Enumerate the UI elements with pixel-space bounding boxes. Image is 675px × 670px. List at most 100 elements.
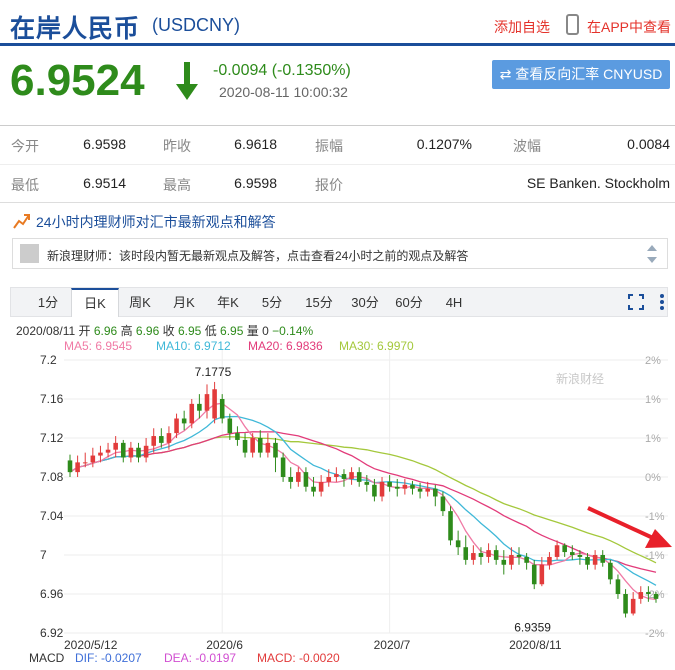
ma30-line [69, 436, 657, 564]
advisor-heading[interactable]: 24小时内理财师对汇市最新观点和解答 [13, 212, 276, 232]
info-low: 6.95 [220, 324, 244, 338]
candle-body [105, 449, 111, 453]
pct-tick-label: 0% [645, 472, 661, 484]
candle-body [212, 389, 217, 419]
info-pct: −0.14% [272, 324, 314, 338]
pct-tick-label: 1% [645, 394, 661, 406]
candle-body [417, 488, 423, 492]
y-tick-label: 6.96 [40, 587, 64, 601]
fullscreen-icon[interactable] [628, 294, 644, 310]
candle-body [356, 472, 362, 482]
currency-code: (USDCNY) [152, 15, 240, 35]
red-arrow-line [587, 506, 654, 540]
candle-body [471, 553, 476, 560]
scroll-arrows-icon[interactable] [647, 243, 657, 265]
quote-value: 6.9598 [234, 175, 277, 191]
candle-body [425, 488, 430, 492]
tab-30min[interactable]: 30分 [343, 288, 387, 317]
quote-table: 今开 6.9598 昨收 6.9618 振幅 0.1207% 波幅 0.0084… [0, 125, 675, 203]
avatar [20, 244, 39, 263]
candle-body [197, 403, 202, 411]
candle-body [113, 442, 118, 450]
quote-value: 6.9598 [83, 136, 126, 152]
macd-dif: DIF: -0.0207 [75, 651, 142, 665]
candle-body [273, 442, 278, 458]
candle-body [531, 564, 537, 585]
tab-yearly-k[interactable]: 年K [207, 288, 249, 317]
trend-up-icon [13, 214, 30, 229]
y-tick-label: 7.12 [40, 431, 64, 445]
candle-body [570, 552, 575, 555]
info-open: 6.96 [93, 324, 118, 338]
reverse-rate-label: 查看反向汇率 CNYUSD [515, 66, 663, 82]
candle-body [189, 403, 195, 424]
candle-body [433, 488, 438, 497]
tab-4h[interactable]: 4H [435, 288, 473, 317]
candle-body [577, 555, 583, 557]
candle-body [181, 418, 187, 424]
tab-monthly-k[interactable]: 月K [163, 288, 205, 317]
quote-value: 0.0084 [627, 136, 670, 152]
tab-weekly-k[interactable]: 周K [119, 288, 161, 317]
candle-body [630, 598, 636, 614]
add-favorite-link[interactable]: 添加自选 [494, 17, 550, 37]
reverse-rate-button[interactable]: ⇄ 查看反向汇率 CNYUSD [492, 60, 670, 89]
view-in-app-link[interactable]: 在APP中查看 [587, 17, 671, 37]
candle-body [638, 592, 644, 599]
pct-tick-label: -1% [645, 550, 665, 562]
candle-body [372, 484, 377, 497]
tab-5min[interactable]: 5分 [253, 288, 291, 317]
phone-icon [566, 14, 579, 35]
quote-value: 6.9514 [83, 175, 126, 191]
candle-body [120, 442, 126, 458]
candle-body [410, 484, 415, 489]
candle-body [653, 594, 659, 599]
info-high-label: 高 [120, 324, 133, 338]
swap-icon: ⇄ [499, 66, 516, 82]
info-close-label: 收 [162, 324, 175, 338]
info-vol-label: 量 [246, 324, 259, 338]
quote-source: SE Banken. Stockholm [526, 175, 670, 191]
quote-label: 波幅 [513, 138, 541, 154]
more-options-icon[interactable] [659, 293, 665, 311]
ohlc-info-line: 2020/08/11 开 6.96 高 6.96 收 6.95 低 6.95 量… [16, 322, 313, 339]
candle-body [303, 472, 309, 487]
ma20-line [69, 431, 657, 573]
candle-body [219, 399, 225, 419]
candle-body [402, 484, 408, 489]
candle-body [90, 455, 96, 463]
candle-body [151, 436, 156, 446]
ma10-line [69, 415, 657, 586]
candle-body [516, 555, 522, 557]
candle-body [280, 457, 286, 477]
quote-value: 6.9618 [234, 136, 277, 152]
quote-label: 报价 [315, 177, 343, 193]
tab-daily-k[interactable]: 日K [71, 288, 119, 317]
pct-tick-label: -2% [645, 628, 665, 640]
pct-tick-label: 2% [645, 355, 661, 367]
candle-body [318, 481, 324, 492]
candle-body [288, 477, 293, 482]
quote-label: 今开 [11, 138, 39, 154]
tab-1min[interactable]: 1分 [31, 288, 65, 317]
candle-body [128, 447, 134, 458]
candle-body [204, 394, 210, 411]
advisor-message: 新浪理财师：该时段内暂无最新观点及解答，点击查看24小时之前的观点及解答 [47, 249, 469, 263]
tab-60min[interactable]: 60分 [387, 288, 431, 317]
candlestick-chart[interactable]: 7.2 2% 7.16 1% 7.12 1% 7.08 0% 7.04 -1% 7 -1% 6.96 -2… [0, 350, 675, 650]
info-high: 6.96 [135, 324, 160, 338]
watermark-text: 新浪财经 [556, 371, 604, 386]
x-tick-label: 2020/8/11 [509, 638, 562, 650]
tab-15min[interactable]: 15分 [297, 288, 341, 317]
candle-body [98, 452, 103, 456]
candle-body [265, 442, 271, 453]
page-header: 在岸人民币 (USDCNY) 添加自选 在APP中查看 [0, 0, 675, 46]
price-annotation: 7.1775 [195, 365, 232, 379]
advisor-message-box[interactable]: 新浪理财师：该时段内暂无最新观点及解答，点击查看24小时之前的观点及解答 [12, 238, 668, 269]
candle-body [608, 562, 613, 580]
candle-body [554, 545, 560, 557]
candle-body [501, 559, 507, 565]
candle-body [646, 592, 651, 594]
candle-body [166, 433, 172, 443]
candle-body [174, 418, 179, 434]
